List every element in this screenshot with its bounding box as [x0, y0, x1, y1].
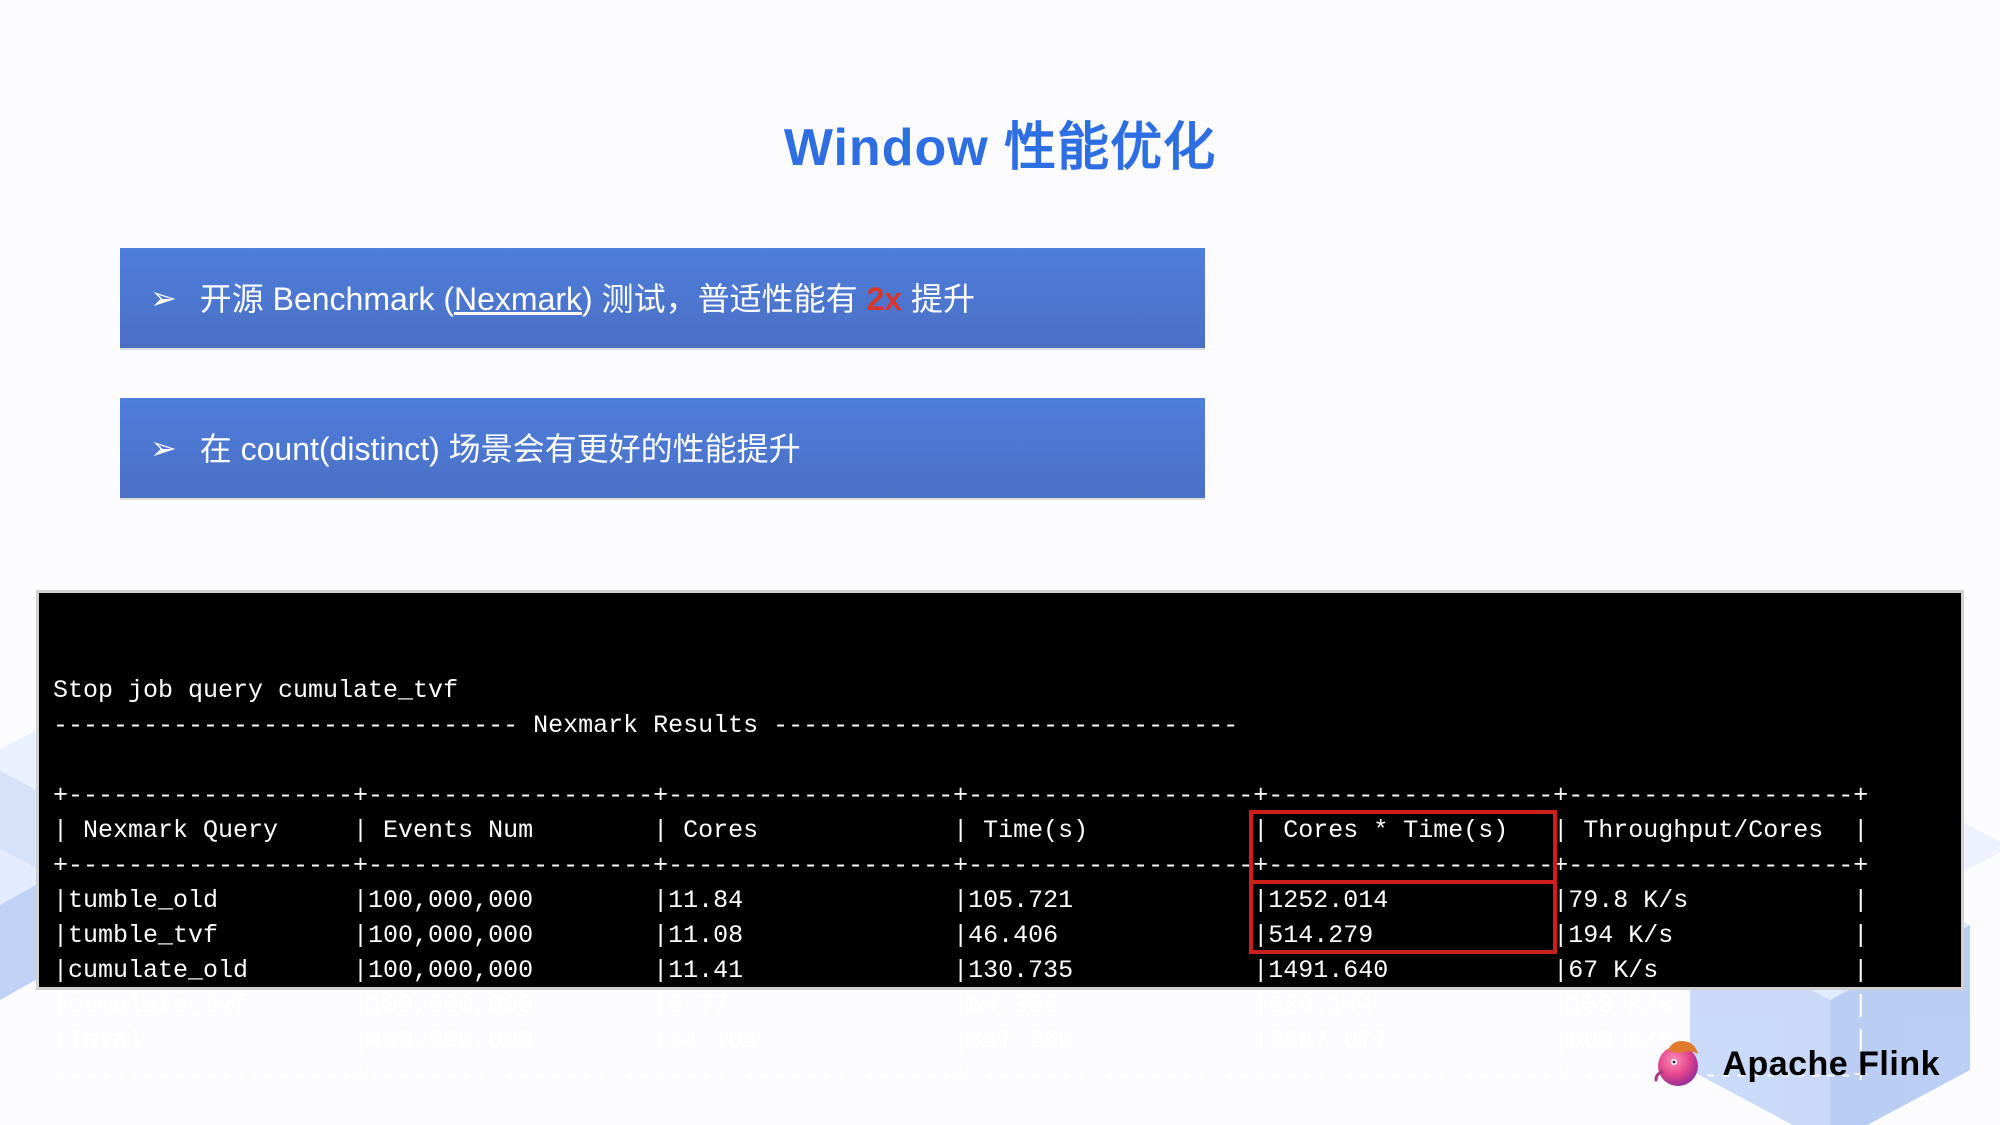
- slide: Window 性能优化 ➢ 开源 Benchmark (Nexmark) 测试，…: [0, 0, 2000, 1125]
- bullet-arrow-icon: ➢: [150, 279, 177, 317]
- nexmark-link[interactable]: Nexmark: [454, 281, 582, 317]
- brand: Apache Flink: [1652, 1034, 1940, 1095]
- brand-name: Apache Flink: [1722, 1045, 1940, 1084]
- bullet1-emph: 2x: [866, 281, 902, 317]
- bullet-benchmark: ➢ 开源 Benchmark (Nexmark) 测试，普适性能有 2x 提升: [120, 248, 1205, 348]
- bullet-count-distinct: ➢ 在 count(distinct) 场景会有更好的性能提升: [120, 398, 1205, 498]
- terminal-output: Stop job query cumulate_tvf ------------…: [36, 590, 1964, 990]
- page-title: Window 性能优化: [0, 105, 2000, 180]
- bullet2-text: 在 count(distinct) 场景会有更好的性能提升: [200, 431, 801, 467]
- bullet1-pre: 开源 Benchmark (: [200, 281, 454, 317]
- flink-logo-icon: [1652, 1034, 1708, 1095]
- bullet-arrow-icon: ➢: [150, 429, 177, 467]
- bullet1-mid: ) 测试，普适性能有: [582, 281, 866, 317]
- bullet1-post: 提升: [902, 281, 975, 317]
